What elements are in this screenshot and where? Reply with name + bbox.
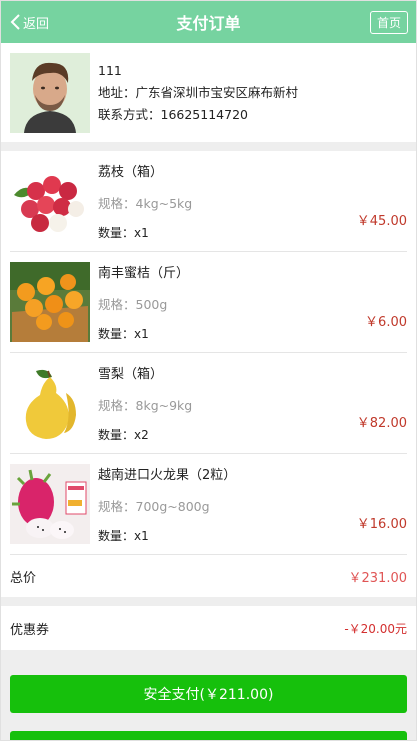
total-row: 总价 ￥231.00: [10, 555, 407, 597]
recipient-phone: 联系方式：16625114720: [98, 106, 248, 122]
total-label: 总价: [10, 570, 37, 586]
product-price: ￥16.00: [356, 517, 407, 532]
coupon-row[interactable]: 优惠券 -￥20.00元: [1, 606, 416, 650]
product-spec: 规格：4kg~5kg: [98, 195, 193, 211]
address-card[interactable]: 111 地址：广东省深圳市宝安区麻布新村 联系方式：16625114720: [1, 43, 416, 142]
pay-button[interactable]: 安全支付(￥211.00): [10, 675, 407, 713]
pear-image: [10, 363, 90, 443]
header-bar: 返回 支付订单 首页: [1, 1, 416, 43]
tangerine-image: [10, 262, 90, 342]
lychee-image: [10, 161, 90, 241]
product-price: ￥82.00: [356, 416, 407, 431]
back-label: 返回: [23, 16, 50, 32]
product-qty: 数量：x1: [98, 327, 149, 341]
product-name: 雪梨（箱）: [98, 367, 164, 382]
product-name: 荔枝（箱）: [98, 165, 164, 180]
product-list: 荔枝（箱） 规格：4kg~5kg 数量：x1 ￥45.00 南丰蜜桔（斤） 规格…: [1, 151, 416, 597]
page-title: 支付订单: [176, 14, 241, 33]
coupon-value: -￥20.00元: [344, 621, 407, 636]
coupon-label: 优惠券: [10, 622, 50, 638]
order-page: 返回 支付订单 首页 111 地址：广东省深圳市宝安区麻布新村 联系方式：166…: [0, 0, 417, 741]
product-price: ￥45.00: [356, 214, 407, 229]
list-item[interactable]: 荔枝（箱） 规格：4kg~5kg 数量：x1 ￥45.00: [10, 151, 407, 252]
total-value: ￥231.00: [348, 570, 408, 586]
recipient-name: 111: [98, 62, 122, 78]
product-spec: 规格：8kg~9kg: [98, 397, 193, 413]
secondary-button[interactable]: [10, 731, 407, 740]
list-item[interactable]: 越南进口火龙果（2粒） 规格：700g~800g 数量：x1 ￥16.00: [10, 454, 407, 555]
recipient-address: 地址：广东省深圳市宝安区麻布新村: [98, 84, 299, 100]
list-item[interactable]: 雪梨（箱） 规格：8kg~9kg 数量：x2 ￥82.00: [10, 353, 407, 454]
dragonfruit-image: [10, 464, 90, 544]
home-button[interactable]: 首页: [369, 10, 408, 34]
list-item[interactable]: 南丰蜜桔（斤） 规格：500g 数量：x1 ￥6.00: [10, 252, 407, 353]
back-button[interactable]: 返回: [9, 13, 49, 32]
product-name: 越南进口火龙果（2粒）: [98, 468, 237, 483]
product-price: ￥6.00: [365, 315, 407, 330]
chevron-left-icon: [10, 14, 20, 30]
divider: [1, 142, 416, 151]
avatar: [10, 52, 90, 133]
product-name: 南丰蜜桔（斤）: [98, 266, 190, 281]
product-spec: 规格：700g~800g: [98, 498, 210, 514]
product-spec: 规格：500g: [98, 296, 168, 312]
